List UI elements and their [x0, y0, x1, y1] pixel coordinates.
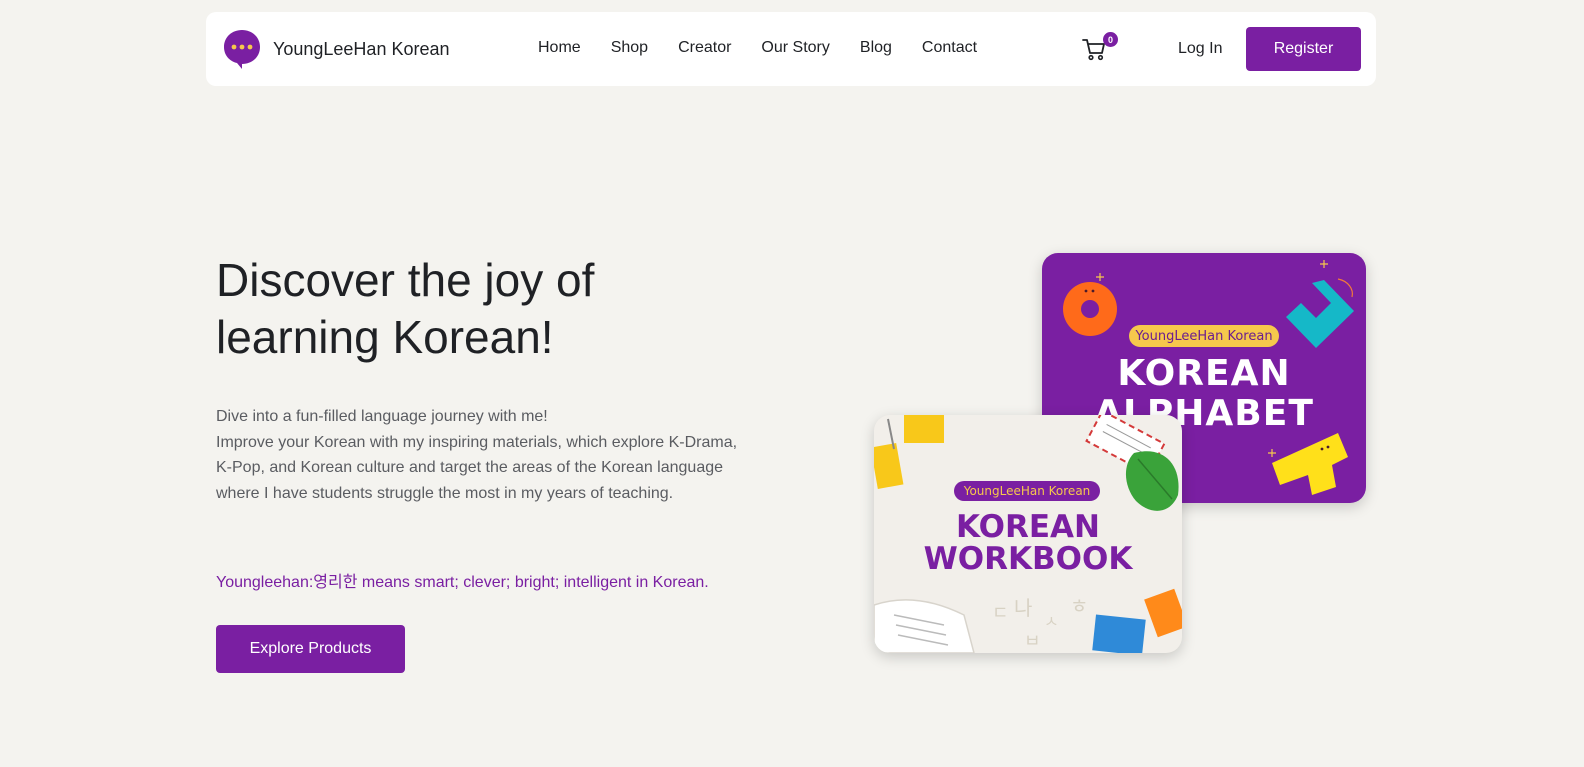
hero-title-line-1: Discover the joy of: [216, 254, 595, 306]
chat-bubble-logo-icon: [223, 29, 261, 69]
main-nav: Home Shop Creator Our Story Blog Contact: [538, 39, 977, 57]
brand-name: YoungLeeHan Korean: [273, 38, 450, 59]
navbar: YoungLeeHan Korean Home Shop Creator Our…: [206, 12, 1376, 86]
hero-note: Youngleehan:영리한 means smart; clever; bri…: [216, 574, 709, 591]
nav-shop[interactable]: Shop: [611, 39, 648, 57]
cart-button[interactable]: 0: [1081, 32, 1118, 64]
nav-blog[interactable]: Blog: [860, 39, 892, 57]
nav-contact[interactable]: Contact: [922, 39, 977, 57]
hero-desc-line-1: Dive into a fun-filled language journey …: [216, 408, 548, 425]
alphabet-title-line-1: KOREAN: [1117, 353, 1291, 394]
svg-text:나: 나: [1014, 596, 1032, 620]
hero-title: Discover the joy of learning Korean!: [216, 252, 776, 366]
hero-title-line-2: learning Korean!: [216, 311, 554, 363]
product-card-workbook[interactable]: ㄷ 나 ㅅ ㅎ ㅂ YoungLeeHan Korean KOREAN WORK…: [874, 415, 1182, 653]
register-button[interactable]: Register: [1246, 27, 1361, 71]
hero-desc-line-2: Improve your Korean with my inspiring ma…: [216, 433, 738, 502]
cart-count-badge: 0: [1103, 32, 1118, 47]
workbook-title-line-1: KOREAN: [956, 509, 1100, 545]
logo[interactable]: YoungLeeHan Korean: [223, 29, 450, 69]
login-link[interactable]: Log In: [1178, 40, 1222, 58]
workbook-title-line-2: WORKBOOK: [923, 541, 1133, 577]
explore-products-button[interactable]: Explore Products: [216, 625, 405, 673]
svg-text:ㄷ: ㄷ: [992, 603, 1009, 624]
nav-creator[interactable]: Creator: [678, 39, 731, 57]
nav-our-story[interactable]: Our Story: [761, 39, 829, 57]
hero-description: Dive into a fun-filled language journey …: [216, 404, 756, 506]
alphabet-brand-tag: YoungLeeHan Korean: [1129, 325, 1279, 347]
nav-home[interactable]: Home: [538, 39, 581, 57]
workbook-brand-tag: YoungLeeHan Korean: [954, 481, 1100, 501]
svg-text:ㅎ: ㅎ: [1070, 594, 1088, 618]
svg-text:ㅅ: ㅅ: [1044, 612, 1059, 631]
svg-text:ㅂ: ㅂ: [1024, 631, 1041, 652]
